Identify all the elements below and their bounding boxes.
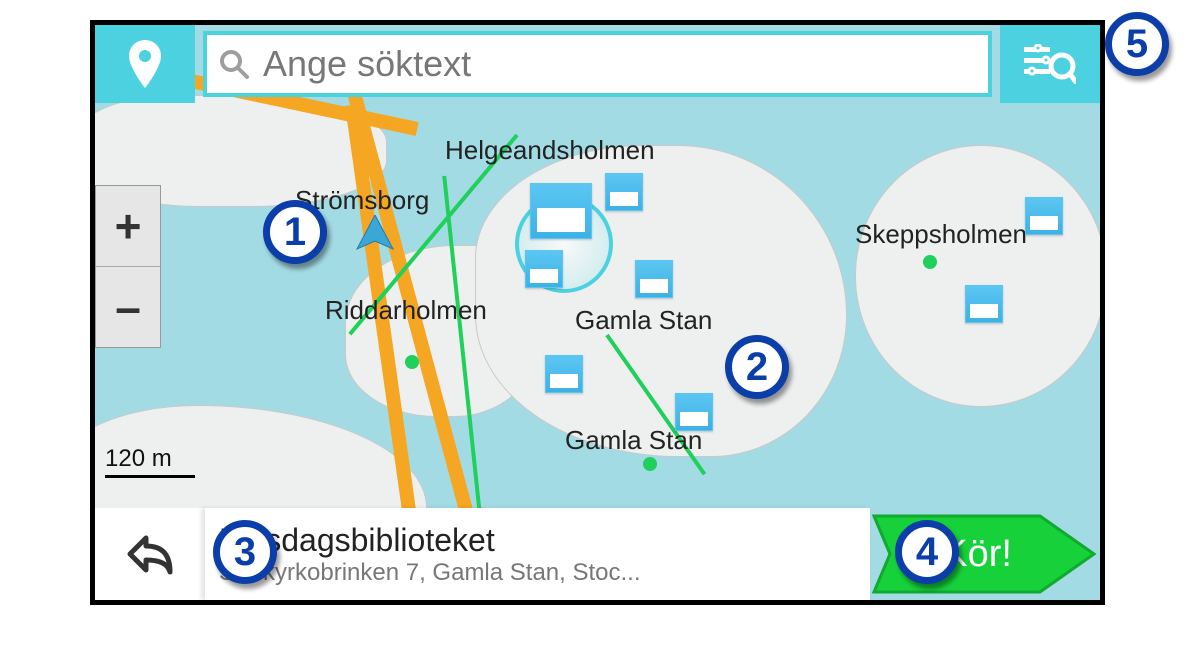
callout-5: 5 <box>1105 12 1169 76</box>
search-placeholder: Ange söktext <box>263 46 471 82</box>
poi-icon[interactable] <box>675 393 713 431</box>
scale-indicator: 120 m <box>105 445 195 478</box>
callout-3: 3 <box>213 520 277 584</box>
back-icon <box>126 532 174 576</box>
callout-1: 1 <box>263 200 327 264</box>
scale-label: 120 m <box>105 445 172 472</box>
top-bar: Ange söktext <box>95 25 1100 103</box>
pin-icon <box>128 40 162 88</box>
land <box>855 145 1105 407</box>
poi-dot <box>405 355 419 369</box>
scale-line <box>105 475 195 478</box>
callout-4: 4 <box>895 520 959 584</box>
result-card[interactable]: Riksdagsbiblioteket Storkyrkobrinken 7, … <box>205 508 870 600</box>
device-frame: Helgeandsholmen Strömsborg Riddarholmen … <box>90 20 1105 605</box>
poi-icon[interactable] <box>545 355 583 393</box>
poi-dot <box>923 255 937 269</box>
zoom-in-button[interactable]: + <box>96 186 160 266</box>
poi-icon[interactable] <box>530 183 592 239</box>
search-icon <box>219 49 249 79</box>
list-search-icon <box>1024 44 1076 84</box>
poi-icon[interactable] <box>605 173 643 211</box>
zoom-out-button[interactable]: – <box>96 266 160 347</box>
place-label: Skeppsholmen <box>855 219 1027 250</box>
callout-2: 2 <box>725 335 789 399</box>
search-input[interactable]: Ange söktext <box>203 31 992 97</box>
place-label: Riddarholmen <box>325 295 487 326</box>
result-title: Riksdagsbiblioteket <box>219 522 858 559</box>
place-label: Gamla Stan <box>575 305 712 336</box>
zoom-control: + – <box>95 185 161 348</box>
search-options-button[interactable] <box>1000 25 1100 103</box>
current-location-icon <box>355 215 395 261</box>
poi-icon[interactable] <box>1025 197 1063 235</box>
poi-icon[interactable] <box>635 260 673 298</box>
back-button[interactable] <box>95 508 205 600</box>
poi-dot <box>643 457 657 471</box>
poi-icon[interactable] <box>525 250 563 288</box>
location-pin-button[interactable] <box>95 25 195 103</box>
poi-icon[interactable] <box>965 285 1003 323</box>
place-label: Helgeandsholmen <box>445 135 655 166</box>
result-subtitle: Storkyrkobrinken 7, Gamla Stan, Stoc... <box>219 559 779 587</box>
